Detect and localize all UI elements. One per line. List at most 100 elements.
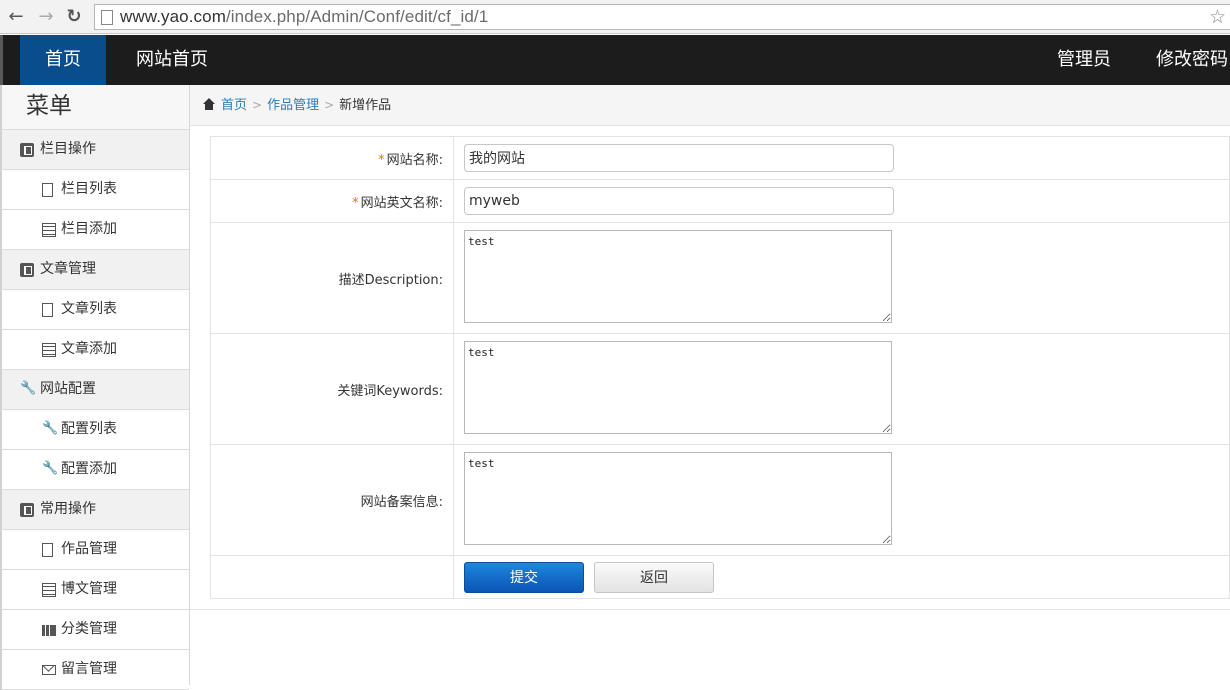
- form-label-cell: 关键词Keywords:: [210, 333, 454, 445]
- wrench-icon: 🔧: [42, 461, 59, 476]
- required-mark: *: [352, 195, 359, 211]
- icp-textarea[interactable]: test: [464, 451, 892, 545]
- top-navigation: 首页 网站首页 管理员 修改密码: [0, 35, 1230, 85]
- bookmark-square-icon: [20, 143, 34, 157]
- breadcrumb-separator-icon: >: [252, 98, 263, 112]
- sidebar-group-common[interactable]: 常用操作: [0, 490, 189, 530]
- form-row-site-en-name: * 网站英文名称:: [210, 179, 1230, 223]
- form-row-actions: 提交 返回: [210, 555, 1230, 599]
- file-icon: [42, 543, 53, 557]
- description-textarea[interactable]: test: [464, 229, 892, 323]
- sidebar-group-label: 常用操作: [40, 501, 96, 517]
- keywords-label: 关键词Keywords:: [337, 383, 443, 399]
- reload-icon[interactable]: ↻: [63, 6, 85, 28]
- bookmark-star-icon[interactable]: ☆: [1209, 6, 1226, 28]
- form-row-description: 描述Description: test: [210, 222, 1230, 334]
- page-icon: [101, 10, 113, 25]
- forward-arrow-icon[interactable]: →: [35, 6, 57, 28]
- breadcrumb-current: 新增作品: [339, 98, 392, 113]
- list-icon: [42, 583, 56, 597]
- list-icon: [42, 343, 56, 357]
- sidebar-item-messages[interactable]: 留言管理: [0, 650, 189, 690]
- address-bar[interactable]: www.yao.com/index.php/Admin/Conf/edit/cf…: [94, 4, 1230, 30]
- nav-edge: [0, 35, 3, 85]
- sidebar-group-articles[interactable]: 文章管理: [0, 250, 189, 290]
- content-divider: [190, 609, 1230, 610]
- sidebar-group-site-config[interactable]: 🔧 网站配置: [0, 370, 189, 410]
- sidebar-menu: 菜单 栏目操作 栏目列表 栏目添加 文章管理 文章列表 文章添加 🔧 网站配置 …: [0, 85, 190, 690]
- sidebar-item-label: 栏目添加: [61, 221, 117, 237]
- list-icon: [42, 223, 56, 237]
- site-name-input[interactable]: [464, 144, 894, 172]
- sidebar-item-label: 博文管理: [61, 581, 117, 597]
- url-text[interactable]: www.yao.com/index.php/Admin/Conf/edit/cf…: [120, 7, 488, 27]
- envelope-icon: [42, 665, 56, 675]
- sidebar-item-label: 栏目列表: [61, 181, 117, 197]
- nav-change-password[interactable]: 修改密码: [1144, 35, 1230, 85]
- bookmark-square-icon: [20, 503, 34, 517]
- config-form: *网站名称: *网站英文名称: 描述Description: test 关键词K…: [210, 136, 1230, 599]
- form-field-cell: test: [453, 444, 1230, 556]
- form-row-site-name: * 网站名称:: [210, 136, 1230, 180]
- form-field-cell: test: [453, 222, 1230, 334]
- sidebar-group-label: 文章管理: [40, 261, 96, 277]
- required-mark: *: [378, 152, 385, 168]
- sidebar-item-label: 分类管理: [61, 621, 117, 637]
- sidebar-item-label: 留言管理: [61, 661, 117, 677]
- sidebar-item-label: 作品管理: [61, 541, 117, 557]
- form-row-keywords: 关键词Keywords: test: [210, 333, 1230, 445]
- sidebar-group-label: 网站配置: [40, 381, 96, 397]
- sidebar-item-article-add[interactable]: 文章添加: [0, 330, 189, 370]
- home-icon: [202, 98, 216, 111]
- wrench-icon: 🔧: [42, 421, 59, 436]
- sidebar-item-label: 文章添加: [61, 341, 117, 357]
- site-en-name-input[interactable]: [464, 187, 894, 215]
- form-field-cell: 提交 返回: [453, 555, 1230, 599]
- back-button[interactable]: 返回: [594, 561, 714, 593]
- form-row-icp: 网站备案信息: test: [210, 444, 1230, 556]
- books-icon: [42, 625, 56, 636]
- bookmark-square-icon: [20, 263, 34, 277]
- icp-label: 网站备案信息:: [360, 494, 443, 510]
- sidebar-group-columns[interactable]: 栏目操作: [0, 130, 189, 170]
- site-name-label: 网站名称:: [386, 152, 443, 168]
- browser-toolbar: ← → ↻ www.yao.com/index.php/Admin/Conf/e…: [0, 0, 1230, 34]
- breadcrumb-section[interactable]: 作品管理: [267, 98, 319, 113]
- submit-button[interactable]: 提交: [464, 561, 584, 593]
- sidebar-item-works[interactable]: 作品管理: [0, 530, 189, 570]
- sidebar-item-config-add[interactable]: 🔧 配置添加: [0, 450, 189, 490]
- form-label-cell: * 网站名称:: [210, 136, 454, 180]
- menu-title: 菜单: [0, 85, 189, 130]
- nav-site-home[interactable]: 网站首页: [122, 35, 222, 85]
- keywords-textarea[interactable]: test: [464, 340, 892, 434]
- sidebar-item-label: 文章列表: [61, 301, 117, 317]
- form-label-cell: 描述Description:: [210, 222, 454, 334]
- breadcrumb-home[interactable]: 首页: [221, 98, 247, 113]
- breadcrumb: 首页 > 作品管理 > 新增作品: [190, 85, 1230, 126]
- nav-admin[interactable]: 管理员: [1044, 35, 1124, 85]
- nav-home[interactable]: 首页: [20, 35, 106, 85]
- sidebar-item-article-list[interactable]: 文章列表: [0, 290, 189, 330]
- wrench-icon: 🔧: [20, 381, 37, 396]
- sidebar-item-column-list[interactable]: 栏目列表: [0, 170, 189, 210]
- url-path: /index.php/Admin/Conf/edit/cf_id/1: [225, 7, 489, 26]
- description-label: 描述Description:: [338, 272, 443, 288]
- form-label-cell: * 网站英文名称:: [210, 179, 454, 223]
- form-field-cell: [453, 179, 1230, 223]
- back-arrow-icon[interactable]: ←: [5, 6, 27, 28]
- form-label-cell: [210, 555, 454, 599]
- sidebar-group-label: 栏目操作: [40, 141, 96, 157]
- sidebar-item-label: 配置添加: [61, 461, 117, 477]
- url-host: www.yao.com: [120, 7, 226, 26]
- sidebar-item-categories[interactable]: 分类管理: [0, 610, 189, 650]
- form-field-cell: [453, 136, 1230, 180]
- breadcrumb-separator-icon: >: [324, 98, 335, 112]
- form-field-cell: test: [453, 333, 1230, 445]
- form-label-cell: 网站备案信息:: [210, 444, 454, 556]
- file-icon: [42, 183, 53, 197]
- file-icon: [42, 303, 53, 317]
- sidebar-item-label: 配置列表: [61, 421, 117, 437]
- sidebar-item-blog[interactable]: 博文管理: [0, 570, 189, 610]
- sidebar-item-column-add[interactable]: 栏目添加: [0, 210, 189, 250]
- sidebar-item-config-list[interactable]: 🔧 配置列表: [0, 410, 189, 450]
